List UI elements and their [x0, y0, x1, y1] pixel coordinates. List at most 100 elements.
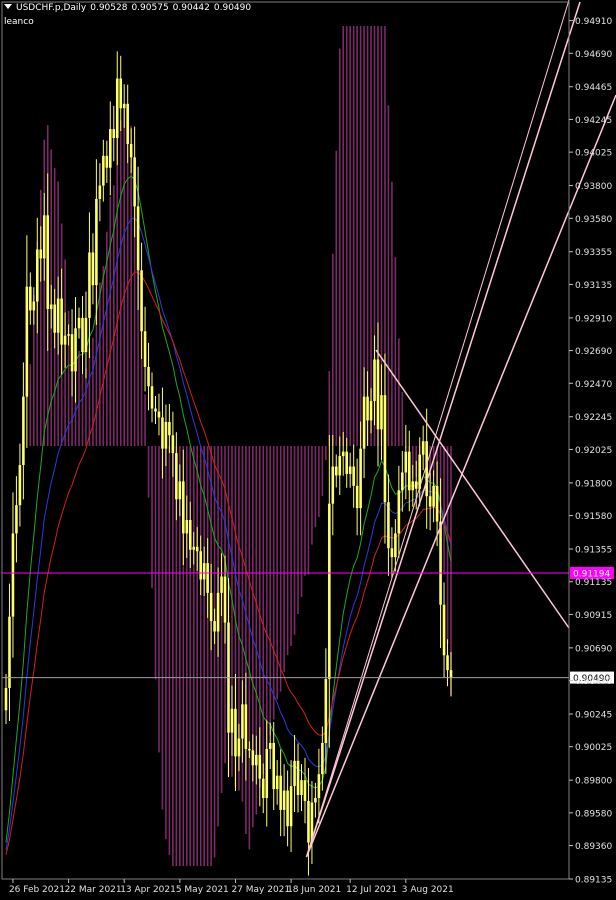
- candle-body: [265, 748, 269, 798]
- x-tick-label: 26 Feb 2021: [9, 885, 65, 895]
- candle-body: [143, 331, 147, 367]
- candle-body: [355, 485, 359, 509]
- candle-body: [407, 451, 411, 491]
- candle-body: [439, 521, 442, 605]
- chevron-down-icon[interactable]: [4, 4, 12, 9]
- y-tick-label: 0.93580: [575, 215, 612, 225]
- candle-body: [88, 252, 91, 318]
- chart-header: USDCHF.p,Daily 0.90528 0.90575 0.90442 0.904…: [4, 3, 255, 13]
- candle-body: [157, 411, 161, 418]
- y-tick-label: 0.89360: [575, 842, 612, 852]
- candle-body: [435, 485, 439, 522]
- candle-body: [442, 604, 446, 656]
- ohlc-open: 0.90528: [90, 3, 128, 13]
- candle-body: [366, 396, 369, 421]
- ohlc-low: 0.90442: [172, 3, 210, 13]
- candle-body: [421, 441, 425, 455]
- candle-body: [331, 466, 335, 504]
- candle-body: [178, 481, 182, 500]
- candle-body: [140, 270, 143, 332]
- candle-body: [334, 466, 338, 476]
- candle-body: [22, 396, 25, 466]
- candle-body: [268, 742, 272, 749]
- candle-body: [428, 496, 432, 507]
- candle-body: [213, 621, 216, 632]
- candle-body: [348, 466, 352, 474]
- candle-body: [282, 790, 286, 810]
- candle-body: [67, 334, 70, 336]
- y-tick-label: 0.91135: [575, 578, 612, 588]
- y-tick-label: 0.94910: [575, 17, 612, 27]
- candle-body: [11, 533, 15, 617]
- candle-body: [387, 502, 390, 549]
- horizontal-levels-layer[interactable]: 0.911940.90490: [2, 566, 614, 684]
- candle-body: [53, 304, 56, 333]
- candle-body: [289, 786, 293, 827]
- candle-body: [81, 317, 84, 353]
- candle-body: [380, 395, 383, 430]
- candle-body: [35, 249, 39, 302]
- candle-body: [39, 249, 43, 259]
- candle-body: [77, 317, 81, 329]
- candle-body: [383, 395, 387, 503]
- x-tick-label: 13 Apr 2021: [120, 885, 176, 895]
- candle-body: [185, 520, 189, 534]
- candle-body: [161, 417, 164, 449]
- candle-body: [46, 215, 50, 309]
- candle-body: [411, 481, 415, 491]
- candle-body: [390, 548, 394, 558]
- candle-body: [102, 155, 105, 186]
- candle-body: [112, 129, 116, 139]
- candle-body: [119, 78, 123, 109]
- candle-body: [324, 679, 328, 743]
- candle-body: [223, 576, 227, 623]
- candle-body: [432, 485, 435, 507]
- candle-body: [258, 754, 262, 779]
- candle-body: [234, 708, 237, 757]
- x-tick-label: 12 Jul 2021: [346, 885, 397, 895]
- candle-body: [154, 408, 157, 412]
- candle-body: [255, 754, 258, 766]
- candle-body: [70, 334, 74, 372]
- candle-body: [42, 215, 46, 259]
- candle-body: [362, 396, 366, 449]
- candle-body: [303, 780, 307, 801]
- y-tick-label: 0.91355: [575, 546, 612, 556]
- candle-body: [248, 748, 251, 751]
- candle-body: [60, 298, 63, 345]
- trendline-descending[interactable]: [375, 349, 570, 629]
- candle-body: [95, 198, 98, 286]
- candle-body: [182, 481, 185, 534]
- trendline-thin[interactable]: [305, 0, 570, 858]
- y-tick-label: 0.89800: [575, 777, 612, 787]
- y-tick-label: 0.94025: [575, 149, 612, 159]
- candle-body: [321, 742, 324, 775]
- price-chart[interactable]: 0.911940.90490 0.94910 0.94690 0.94465 0.94…: [0, 0, 616, 900]
- candle-body: [376, 359, 380, 430]
- y-tick-label: 0.92690: [575, 347, 612, 357]
- candle-body: [261, 778, 265, 798]
- time-axis: 26 Feb 2021 22 Mar 202113 Apr 2021 5 May 2…: [9, 879, 454, 895]
- ohlc-close: 0.90490: [213, 3, 252, 13]
- candle-body: [74, 328, 77, 372]
- plot-frame: [1, 1, 570, 880]
- candle-body: [122, 103, 126, 109]
- candle-body: [394, 533, 397, 558]
- candle-body: [286, 790, 289, 827]
- candle-body: [133, 157, 136, 207]
- candle-body: [84, 317, 88, 353]
- candle-body: [237, 738, 241, 757]
- candle-body: [244, 704, 248, 749]
- candle-body: [341, 451, 345, 457]
- y-tick-label: 0.92470: [575, 380, 612, 390]
- candle-body: [300, 780, 303, 796]
- candle-body: [129, 143, 133, 158]
- candle-body: [414, 481, 418, 489]
- candle-body: [188, 520, 192, 550]
- candle-body: [29, 286, 32, 311]
- candle-body: [446, 655, 449, 671]
- y-tick-label: 0.90245: [575, 711, 612, 721]
- candle-body: [168, 421, 171, 436]
- candle-body: [307, 800, 310, 843]
- candle-body: [91, 252, 95, 286]
